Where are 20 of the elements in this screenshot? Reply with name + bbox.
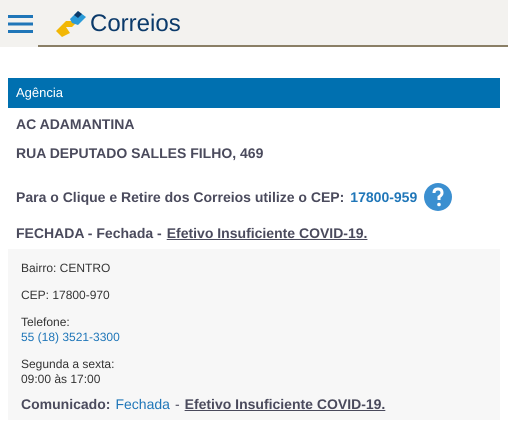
detail-text: Bairro: CENTRO: [21, 261, 112, 276]
status-text: FECHADA - Fechada -: [16, 225, 162, 241]
detail-label: Segunda a sexta:: [21, 357, 114, 372]
phone-link[interactable]: 55 (18) 3521-3300: [21, 330, 120, 345]
agency-address: RUA DEPUTADO SALLES FILHO, 469: [16, 145, 264, 161]
menu-icon[interactable]: [8, 14, 33, 32]
agency-name: AC ADAMANTINA: [16, 116, 136, 132]
notice-label: Comunicado:: [21, 397, 110, 412]
notice-separator: -: [174, 397, 180, 412]
detail-text: CEP: 17800-970: [21, 288, 111, 303]
help-icon[interactable]: [423, 182, 454, 212]
pickup-text: Para o Clique e Retire dos Correios utilize o CEP:: [16, 189, 344, 205]
notice-link[interactable]: Efetivo Insuficiente COVID-19.: [184, 397, 386, 412]
detail-label: Telefone:: [21, 315, 70, 330]
notice-status: Fechada: [115, 397, 170, 412]
status-link[interactable]: Efetivo Insuficiente COVID-19.: [166, 225, 368, 241]
logo-text: Correios: [90, 8, 181, 38]
section-header: Agência: [8, 78, 500, 108]
pickup-cep-link[interactable]: 17800-959: [350, 189, 418, 205]
hours-text: 09:00 às 17:00: [21, 372, 100, 387]
